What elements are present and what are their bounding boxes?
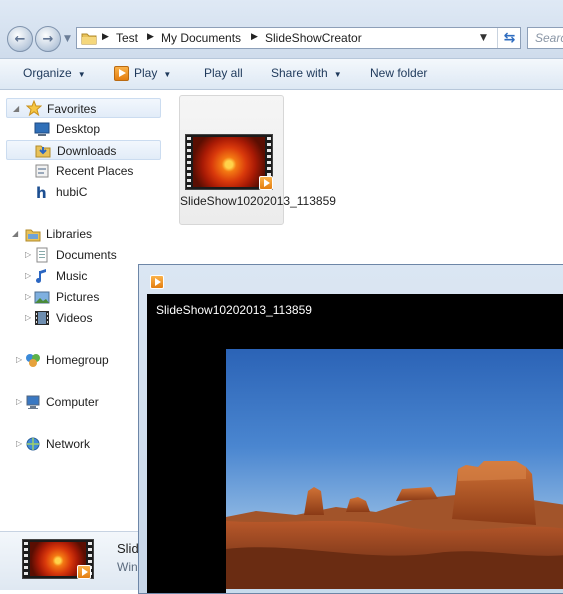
nav-documents-label: Documents xyxy=(56,248,117,262)
nav-favorites[interactable]: ◢ Favorites xyxy=(6,98,161,118)
forward-button[interactable]: → xyxy=(35,26,61,52)
refresh-icon: ⇆ xyxy=(503,30,516,46)
organize-label: Organize xyxy=(23,66,72,80)
nav-documents[interactable]: ▷ Documents xyxy=(6,245,161,265)
nav-homegroup-label: Homegroup xyxy=(46,353,109,367)
expand-arrow-icon[interactable]: ▷ xyxy=(16,355,22,364)
music-icon xyxy=(36,269,46,283)
nav-downloads-label: Downloads xyxy=(57,144,117,158)
desert-landscape-image xyxy=(226,461,563,589)
breadcrumb-test[interactable]: Test xyxy=(116,31,138,45)
downloads-folder-icon xyxy=(35,145,51,158)
chevron-down-icon: ▼ xyxy=(163,70,172,79)
details-file-type: Win xyxy=(117,560,138,574)
nav-network-label: Network xyxy=(46,437,91,451)
breadcrumb-separator-icon[interactable]: ▶ xyxy=(251,32,258,42)
search-input[interactable]: Search xyxy=(527,27,563,49)
nav-libraries-label: Libraries xyxy=(46,227,93,241)
nav-recent-places-label: Recent Places xyxy=(56,164,134,178)
star-icon xyxy=(26,100,42,116)
media-player-overlay-icon xyxy=(77,565,91,579)
expand-arrow-icon[interactable]: ◢ xyxy=(13,104,19,113)
breadcrumb-separator-icon[interactable]: ▶ xyxy=(102,32,109,42)
nav-music-label: Music xyxy=(56,269,88,283)
media-player-app-icon[interactable] xyxy=(150,275,164,289)
recent-places-icon xyxy=(35,164,49,178)
documents-icon xyxy=(36,247,48,263)
videos-icon xyxy=(35,311,49,325)
play-label: Play xyxy=(134,66,158,80)
play-all-button[interactable]: Play all xyxy=(204,66,243,80)
chevron-down-icon: ▼ xyxy=(77,70,86,79)
svg-text:h: h xyxy=(36,184,47,200)
share-with-label: Share with xyxy=(271,66,328,80)
nav-favorites-label: Favorites xyxy=(47,102,97,116)
nav-recent-places[interactable]: Recent Places xyxy=(6,161,161,181)
arrow-left-icon: ← xyxy=(14,31,26,47)
back-button[interactable]: ← xyxy=(7,26,33,52)
nav-downloads[interactable]: Downloads xyxy=(6,140,161,160)
play-button[interactable]: Play ▼ xyxy=(134,66,171,80)
expand-arrow-icon[interactable]: ▷ xyxy=(16,439,22,448)
nav-desktop[interactable]: Desktop xyxy=(6,119,161,139)
nav-videos-label: Videos xyxy=(56,311,93,325)
command-bar: Organize ▼ Play ▼ Play all Share with ▼ New… xyxy=(0,59,563,90)
address-dropdown-icon[interactable]: ▼ xyxy=(480,33,487,43)
refresh-button[interactable]: ⇆ xyxy=(497,28,521,48)
breadcrumb-my-documents[interactable]: My Documents xyxy=(161,31,241,45)
nav-desktop-label: Desktop xyxy=(56,122,101,136)
share-with-button[interactable]: Share with ▼ xyxy=(271,66,342,80)
video-title: SlideShow10202013_113859 xyxy=(156,303,312,317)
media-player-overlay-icon xyxy=(259,176,273,190)
video-area[interactable]: SlideShow10202013_113859 xyxy=(147,294,563,593)
computer-icon xyxy=(26,395,40,409)
arrow-right-icon: → xyxy=(42,31,54,47)
desktop-icon xyxy=(34,122,50,136)
nav-pictures-label: Pictures xyxy=(56,290,100,304)
file-name-label: SlideShow10202013_113859 xyxy=(180,194,336,208)
breadcrumb-slideshowcreator[interactable]: SlideShowCreator xyxy=(265,31,362,45)
expand-arrow-icon[interactable]: ▷ xyxy=(25,313,31,322)
media-player-icon[interactable] xyxy=(114,66,129,81)
expand-arrow-icon[interactable]: ▷ xyxy=(25,250,31,259)
libraries-icon xyxy=(25,229,41,242)
expand-arrow-icon[interactable]: ◢ xyxy=(12,229,18,238)
organize-button[interactable]: Organize ▼ xyxy=(23,66,86,80)
nav-hubic[interactable]: h hubiC xyxy=(6,182,161,202)
chevron-down-icon: ▼ xyxy=(333,70,342,79)
address-toolbar: ← → ▼ ▶ Test ▶ My Documents ▶ SlideShowC… xyxy=(0,0,563,59)
new-folder-button[interactable]: New folder xyxy=(370,66,427,80)
nav-computer-label: Computer xyxy=(46,395,99,409)
hubic-icon: h xyxy=(36,184,47,200)
homegroup-icon xyxy=(26,354,40,367)
folder-icon xyxy=(81,33,97,45)
details-file-name: Slid xyxy=(117,541,139,556)
video-frame xyxy=(226,349,563,593)
file-item-slideshow[interactable]: SlideShow10202013_113859 xyxy=(179,95,336,225)
network-icon xyxy=(26,437,40,451)
pictures-icon xyxy=(34,291,50,304)
expand-arrow-icon[interactable]: ▷ xyxy=(16,397,22,406)
recent-pages-dropdown[interactable]: ▼ xyxy=(64,34,71,44)
nav-hubic-label: hubiC xyxy=(56,185,88,199)
expand-arrow-icon[interactable]: ▷ xyxy=(25,271,31,280)
breadcrumb-separator-icon[interactable]: ▶ xyxy=(147,32,154,42)
address-bar[interactable]: ▶ Test ▶ My Documents ▶ SlideShowCreator… xyxy=(76,27,521,49)
expand-arrow-icon[interactable]: ▷ xyxy=(25,292,31,301)
media-player-window[interactable]: SlideShow10202013_113859 xyxy=(138,264,563,594)
nav-libraries[interactable]: ◢ Libraries xyxy=(6,224,161,244)
